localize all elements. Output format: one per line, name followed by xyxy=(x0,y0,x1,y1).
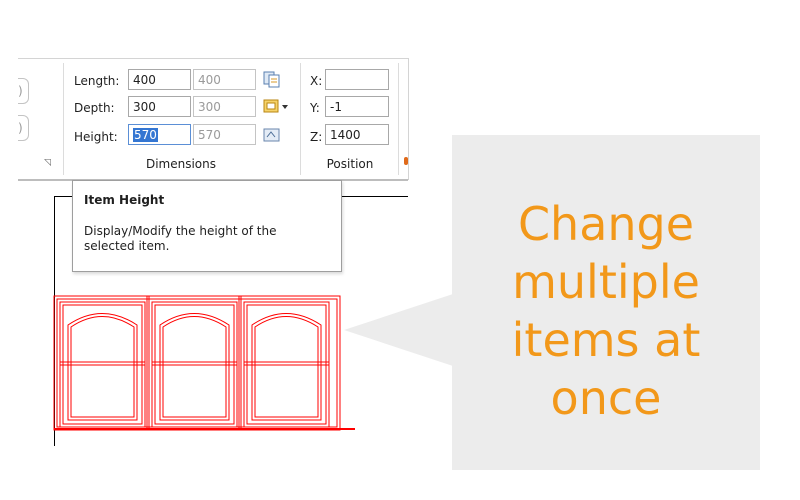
group-separator xyxy=(300,63,301,175)
group-separator xyxy=(63,63,64,175)
copy-dimensions-icon[interactable] xyxy=(262,70,282,88)
depth-label: Depth: xyxy=(74,101,115,115)
left-field-1-text: ) xyxy=(18,84,23,98)
length-label: Length: xyxy=(74,74,120,88)
tooltip-body: Display/Modify the height of the selecte… xyxy=(84,224,277,253)
height-alt-input[interactable]: 570 xyxy=(193,124,256,145)
dimensions-group-label: Dimensions xyxy=(145,157,217,171)
x-input[interactable] xyxy=(325,69,389,90)
item-height-tooltip: Item Height Display/Modify the height of… xyxy=(72,180,342,272)
position-group-label: Position xyxy=(326,157,374,171)
left-field-2-text: ) xyxy=(18,121,23,135)
cabinet-drawing[interactable] xyxy=(50,290,360,440)
next-group-marker xyxy=(404,157,408,165)
cabinet-door-2 xyxy=(151,301,238,428)
x-label: X: xyxy=(310,74,323,88)
length-alt-input[interactable]: 400 xyxy=(193,69,256,90)
swap-dimensions-icon[interactable] xyxy=(262,126,282,144)
dimension-options-dropdown-icon[interactable] xyxy=(262,97,290,115)
dialog-launcher-icon[interactable]: ◹ xyxy=(44,158,51,168)
canvas-axis-line xyxy=(342,196,408,197)
height-label: Height: xyxy=(74,130,118,144)
length-input[interactable]: 400 xyxy=(128,69,191,90)
tooltip-title: Item Height xyxy=(84,193,165,207)
y-input[interactable]: -1 xyxy=(325,96,389,117)
ribbon-panel: ) ) ◹ Length: 400 400 Depth: 300 300 Hei… xyxy=(18,58,409,180)
z-input[interactable]: 1400 xyxy=(325,124,389,145)
canvas-axis-line xyxy=(54,196,72,197)
cabinet-door-1 xyxy=(59,301,146,428)
height-input[interactable]: 570 xyxy=(128,124,191,145)
left-group-field-2[interactable]: ) xyxy=(18,115,29,141)
depth-input[interactable]: 300 xyxy=(128,96,191,117)
left-group-field-1[interactable]: ) xyxy=(18,78,29,104)
z-label: Z: xyxy=(310,130,323,144)
cabinet-door-3 xyxy=(243,301,330,428)
callout-pointer xyxy=(344,294,453,366)
group-separator xyxy=(398,63,399,175)
height-selected-text: 570 xyxy=(133,128,158,142)
callout-text: Change multiple items at once xyxy=(511,197,701,425)
y-label: Y: xyxy=(310,101,320,115)
depth-alt-input[interactable]: 300 xyxy=(193,96,256,117)
